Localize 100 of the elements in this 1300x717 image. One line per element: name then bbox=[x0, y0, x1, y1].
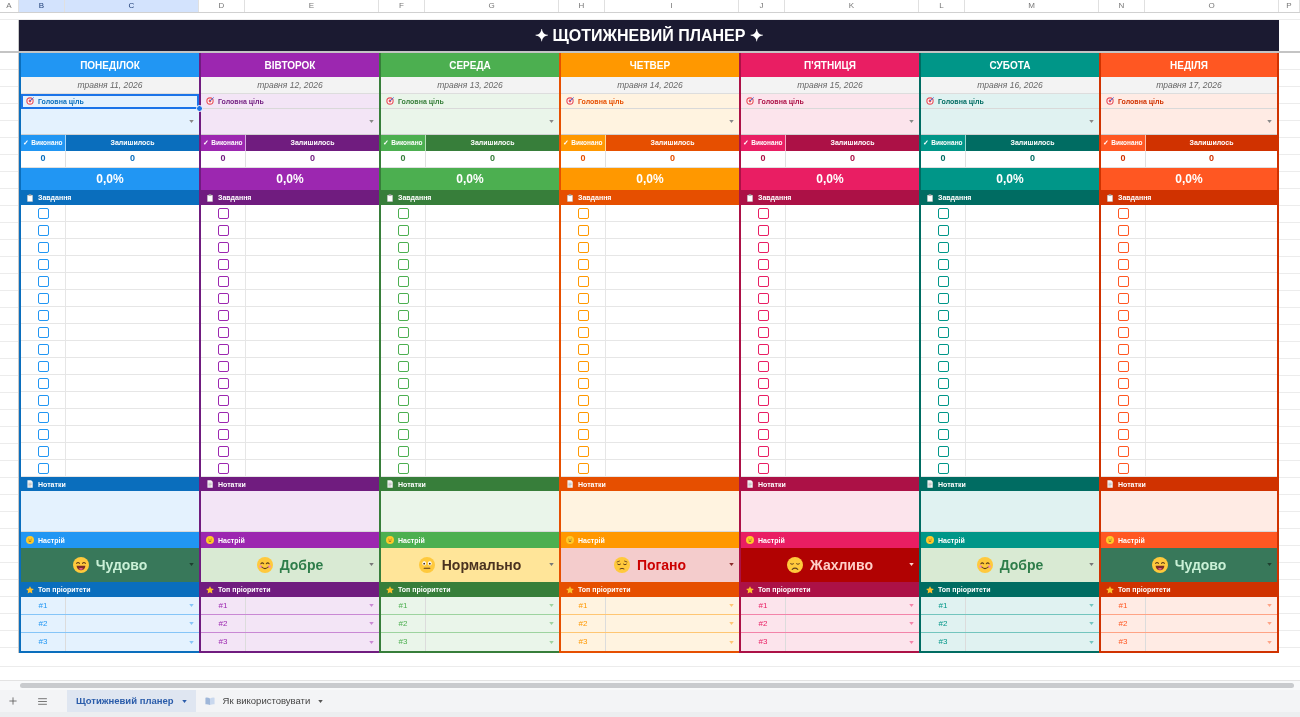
notes-field[interactable] bbox=[201, 491, 379, 532]
task-checkbox[interactable] bbox=[757, 326, 769, 338]
task-checkbox[interactable] bbox=[37, 462, 49, 474]
task-checkbox[interactable] bbox=[37, 377, 49, 389]
task-checkbox[interactable] bbox=[217, 343, 229, 355]
task-checkbox[interactable] bbox=[577, 343, 589, 355]
task-checkbox[interactable] bbox=[757, 445, 769, 457]
task-checkbox[interactable] bbox=[937, 224, 949, 236]
task-checkbox[interactable] bbox=[217, 377, 229, 389]
task-checkbox[interactable] bbox=[937, 411, 949, 423]
task-checkbox[interactable] bbox=[1117, 360, 1129, 372]
menu-icon[interactable] bbox=[38, 697, 47, 705]
task-checkbox[interactable] bbox=[1117, 394, 1129, 406]
task-checkbox[interactable] bbox=[937, 275, 949, 287]
task-checkbox[interactable] bbox=[1117, 411, 1129, 423]
task-checkbox[interactable] bbox=[37, 292, 49, 304]
task-checkbox[interactable] bbox=[37, 360, 49, 372]
task-checkbox[interactable] bbox=[937, 207, 949, 219]
task-checkbox[interactable] bbox=[37, 207, 49, 219]
task-checkbox[interactable] bbox=[217, 241, 229, 253]
task-checkbox[interactable] bbox=[757, 462, 769, 474]
notes-field[interactable] bbox=[741, 491, 919, 532]
task-checkbox[interactable] bbox=[577, 428, 589, 440]
task-checkbox[interactable] bbox=[397, 428, 409, 440]
task-checkbox[interactable] bbox=[397, 445, 409, 457]
task-checkbox[interactable] bbox=[757, 394, 769, 406]
task-checkbox[interactable] bbox=[397, 258, 409, 270]
task-checkbox[interactable] bbox=[217, 224, 229, 236]
task-checkbox[interactable] bbox=[577, 411, 589, 423]
task-checkbox[interactable] bbox=[757, 207, 769, 219]
task-checkbox[interactable] bbox=[937, 462, 949, 474]
task-checkbox[interactable] bbox=[1117, 258, 1129, 270]
task-checkbox[interactable] bbox=[397, 326, 409, 338]
task-checkbox[interactable] bbox=[397, 224, 409, 236]
task-checkbox[interactable] bbox=[757, 275, 769, 287]
task-checkbox[interactable] bbox=[1117, 428, 1129, 440]
horizontal-scrollbar[interactable] bbox=[20, 683, 1294, 688]
task-checkbox[interactable] bbox=[217, 462, 229, 474]
task-checkbox[interactable] bbox=[397, 343, 409, 355]
task-checkbox[interactable] bbox=[397, 462, 409, 474]
task-checkbox[interactable] bbox=[577, 394, 589, 406]
plus-icon[interactable] bbox=[9, 697, 17, 705]
task-checkbox[interactable] bbox=[1117, 275, 1129, 287]
task-checkbox[interactable] bbox=[937, 377, 949, 389]
task-checkbox[interactable] bbox=[1117, 462, 1129, 474]
task-checkbox[interactable] bbox=[937, 394, 949, 406]
task-checkbox[interactable] bbox=[217, 258, 229, 270]
task-checkbox[interactable] bbox=[577, 292, 589, 304]
task-checkbox[interactable] bbox=[937, 343, 949, 355]
task-checkbox[interactable] bbox=[397, 292, 409, 304]
task-checkbox[interactable] bbox=[217, 207, 229, 219]
task-checkbox[interactable] bbox=[217, 326, 229, 338]
task-checkbox[interactable] bbox=[217, 309, 229, 321]
task-checkbox[interactable] bbox=[757, 411, 769, 423]
task-checkbox[interactable] bbox=[577, 377, 589, 389]
task-checkbox[interactable] bbox=[1117, 445, 1129, 457]
task-checkbox[interactable] bbox=[937, 258, 949, 270]
task-checkbox[interactable] bbox=[757, 360, 769, 372]
task-checkbox[interactable] bbox=[577, 445, 589, 457]
task-checkbox[interactable] bbox=[397, 377, 409, 389]
mood-dropdown[interactable]: Чудово bbox=[1101, 548, 1277, 582]
task-checkbox[interactable] bbox=[577, 360, 589, 372]
task-checkbox[interactable] bbox=[577, 275, 589, 287]
task-checkbox[interactable] bbox=[37, 258, 49, 270]
task-checkbox[interactable] bbox=[397, 207, 409, 219]
column-header[interactable]: B bbox=[19, 0, 65, 12]
task-checkbox[interactable] bbox=[1117, 309, 1129, 321]
task-checkbox[interactable] bbox=[1117, 207, 1129, 219]
task-checkbox[interactable] bbox=[37, 343, 49, 355]
notes-field[interactable] bbox=[561, 491, 739, 532]
notes-field[interactable] bbox=[921, 491, 1099, 532]
task-checkbox[interactable] bbox=[217, 275, 229, 287]
task-checkbox[interactable] bbox=[577, 224, 589, 236]
task-checkbox[interactable] bbox=[757, 224, 769, 236]
task-checkbox[interactable] bbox=[37, 326, 49, 338]
column-header[interactable]: C bbox=[65, 0, 199, 12]
task-checkbox[interactable] bbox=[1117, 224, 1129, 236]
task-checkbox[interactable] bbox=[757, 377, 769, 389]
task-checkbox[interactable] bbox=[577, 326, 589, 338]
task-checkbox[interactable] bbox=[937, 360, 949, 372]
task-checkbox[interactable] bbox=[937, 428, 949, 440]
task-checkbox[interactable] bbox=[37, 309, 49, 321]
sheet-tab[interactable]: Щотижневий планер bbox=[67, 690, 196, 712]
task-checkbox[interactable] bbox=[1117, 326, 1129, 338]
task-checkbox[interactable] bbox=[37, 411, 49, 423]
task-checkbox[interactable] bbox=[397, 309, 409, 321]
notes-field[interactable] bbox=[1101, 491, 1277, 532]
mood-dropdown[interactable]: Нормально bbox=[381, 548, 559, 582]
task-checkbox[interactable] bbox=[217, 445, 229, 457]
task-checkbox[interactable] bbox=[1117, 343, 1129, 355]
mood-dropdown[interactable]: Погано bbox=[561, 548, 739, 582]
task-checkbox[interactable] bbox=[217, 428, 229, 440]
task-checkbox[interactable] bbox=[37, 428, 49, 440]
task-checkbox[interactable] bbox=[397, 394, 409, 406]
task-checkbox[interactable] bbox=[937, 445, 949, 457]
task-checkbox[interactable] bbox=[757, 428, 769, 440]
task-checkbox[interactable] bbox=[757, 258, 769, 270]
task-checkbox[interactable] bbox=[577, 258, 589, 270]
task-checkbox[interactable] bbox=[217, 292, 229, 304]
mood-dropdown[interactable]: Добре bbox=[921, 548, 1099, 582]
